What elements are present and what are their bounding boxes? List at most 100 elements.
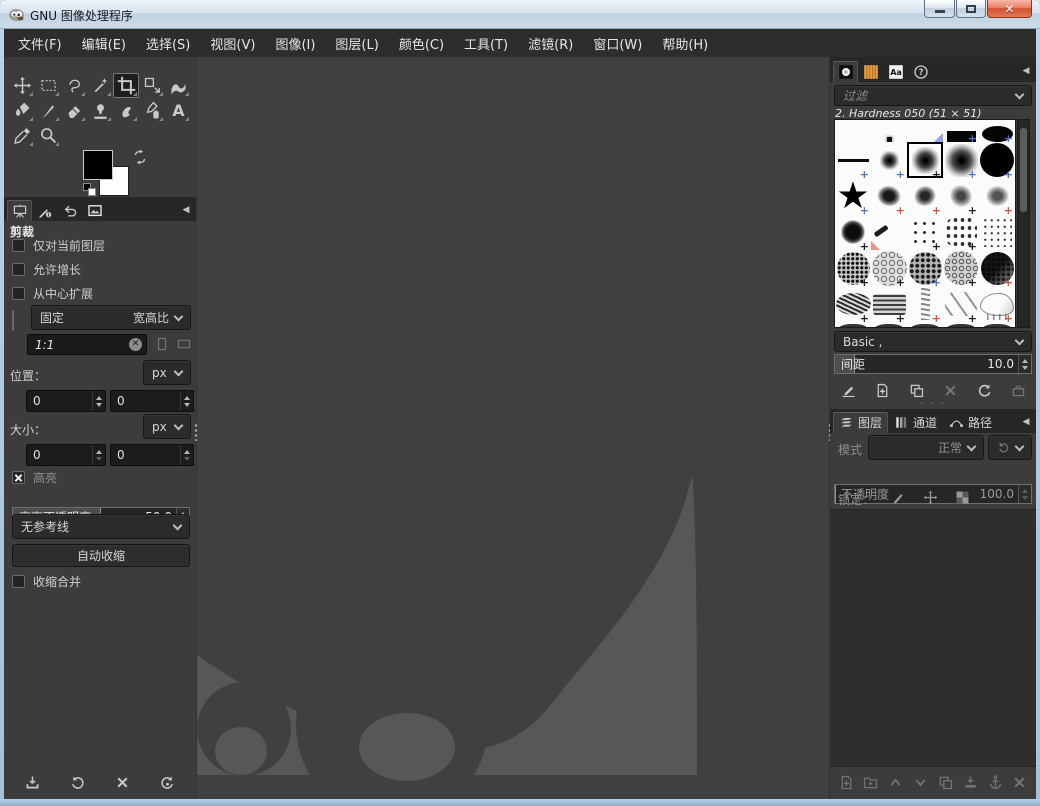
allow-growing-checkbox[interactable] [12, 263, 25, 276]
highlight-checkbox[interactable] [12, 471, 25, 484]
brush-cell[interactable]: + [979, 120, 1015, 142]
menu-windows[interactable]: 窗口(W) [583, 29, 652, 57]
spin-arrows[interactable] [1018, 485, 1031, 503]
brush-cell[interactable] [871, 214, 907, 250]
position-y-spinner[interactable]: 0 [110, 390, 194, 412]
tool-color-picker-button[interactable] [9, 123, 35, 148]
brush-cell[interactable]: + [835, 250, 871, 286]
brush-cell[interactable]: + [871, 250, 907, 286]
brush-cell[interactable]: + [835, 214, 871, 250]
option-allow-growing[interactable]: 允许增长 [12, 261, 81, 278]
brush-cell[interactable]: + [979, 178, 1015, 214]
spin-arrows[interactable] [180, 445, 193, 465]
brush-cell[interactable] [871, 120, 907, 142]
brush-cell[interactable]: + [907, 286, 943, 322]
mode-switch-button[interactable] [988, 435, 1032, 460]
size-width-spinner[interactable]: 0 [26, 444, 106, 466]
brush-cell[interactable] [907, 120, 943, 142]
brush-cell[interactable] [907, 322, 943, 327]
brushes-dock-tab-document-history[interactable]: ? [908, 61, 933, 82]
save-tool-preset-button[interactable] [21, 771, 45, 793]
layer-mode-dropdown[interactable]: 正常 [868, 435, 984, 460]
spin-arrows[interactable] [1018, 355, 1031, 373]
tool-move-button[interactable] [9, 73, 35, 98]
new-brush-button[interactable] [870, 379, 894, 401]
brush-cell[interactable] [871, 322, 907, 327]
new-layer-group-button[interactable] [859, 771, 883, 793]
tool-free-select-button[interactable] [61, 73, 87, 98]
brush-grid-scrollbar[interactable] [1017, 119, 1030, 328]
menu-help[interactable]: 帮助(H) [652, 29, 718, 57]
brush-cell[interactable] [835, 120, 871, 142]
delete-brush-button[interactable] [938, 379, 962, 401]
canvas[interactable] [194, 57, 832, 806]
lower-layer-button[interactable] [909, 771, 933, 793]
tool-bucket-fill-button[interactable] [9, 98, 35, 123]
menu-edit[interactable]: 编辑(E) [72, 29, 136, 57]
menu-layer[interactable]: 图层(L) [325, 29, 388, 57]
left-dock-tab-undo-history[interactable] [57, 200, 82, 221]
tool-ink-button[interactable] [139, 98, 165, 123]
brush-cell[interactable]: + [907, 250, 943, 286]
tool-unified-transform-button[interactable] [139, 73, 165, 98]
tool-crop-button[interactable] [113, 73, 139, 98]
size-height-spinner[interactable]: 0 [110, 444, 194, 466]
menu-filters[interactable]: 滤镜(R) [518, 29, 583, 57]
tool-text-button[interactable]: A [165, 98, 191, 123]
spin-arrows[interactable] [92, 391, 105, 411]
left-dock-tab-tool-options[interactable] [7, 200, 32, 221]
left-dock-tab-images[interactable] [82, 200, 107, 221]
maximize-button[interactable] [956, 0, 986, 18]
landscape-orientation-icon[interactable] [176, 336, 192, 352]
tool-eraser-button[interactable] [61, 98, 87, 123]
portrait-orientation-icon[interactable] [154, 336, 170, 352]
brush-cell[interactable] [979, 214, 1015, 250]
restore-tool-preset-button[interactable] [66, 771, 90, 793]
auto-shrink-button[interactable]: 自动收缩 [12, 544, 190, 567]
brush-cell[interactable]: + [835, 286, 871, 322]
option-highlight[interactable]: 高亮 [12, 469, 57, 486]
clear-icon[interactable]: ✕ [129, 338, 142, 351]
brush-cell[interactable]: + [907, 214, 943, 250]
dock-menu-arrow-icon[interactable]: ◀ [1018, 414, 1034, 430]
brush-cell[interactable]: + [979, 250, 1015, 286]
dock-menu-arrow-icon[interactable]: ◀ [178, 202, 194, 218]
brush-cell[interactable]: + [943, 286, 979, 322]
lock-alpha-button[interactable] [950, 486, 974, 508]
duplicate-brush-button[interactable] [904, 379, 928, 401]
spin-arrows[interactable] [92, 445, 105, 465]
brush-cell[interactable]: ★ + [835, 178, 871, 214]
brush-cell[interactable]: + [943, 250, 979, 286]
spin-arrows[interactable] [180, 391, 193, 411]
current-layer-only-checkbox[interactable] [12, 239, 25, 252]
delete-tool-preset-button[interactable] [111, 771, 135, 793]
brush-cell[interactable] [979, 322, 1015, 327]
swap-colors-icon[interactable] [132, 149, 148, 165]
brush-cell[interactable]: + [943, 214, 979, 250]
position-x-spinner[interactable]: 0 [26, 390, 106, 412]
left-dock-tab-device-status[interactable]: i [32, 200, 57, 221]
merge-down-button[interactable] [958, 771, 982, 793]
menu-select[interactable]: 选择(S) [136, 29, 200, 57]
brush-cell[interactable] [943, 322, 979, 327]
raise-layer-button[interactable] [884, 771, 908, 793]
brush-cell[interactable]: + [979, 142, 1015, 178]
refresh-brushes-button[interactable] [972, 379, 996, 401]
open-brush-location-button[interactable] [1006, 379, 1030, 401]
menu-colors[interactable]: 颜色(C) [389, 29, 454, 57]
duplicate-layer-button[interactable] [933, 771, 957, 793]
expand-from-center-checkbox[interactable] [12, 287, 25, 300]
tool-paintbrush-button[interactable] [35, 98, 61, 123]
shrink-merged-checkbox[interactable] [12, 575, 25, 588]
lock-pixels-button[interactable] [886, 486, 910, 508]
brush-filter-input[interactable]: 过滤 [834, 85, 1032, 106]
foreground-color-swatch[interactable] [83, 150, 113, 180]
layers-list[interactable] [830, 509, 1036, 767]
tool-zoom-button[interactable] [35, 123, 61, 148]
brushes-dock-tab-fonts[interactable]: Aa [883, 61, 908, 82]
menu-file[interactable]: 文件(F) [8, 29, 72, 57]
tool-smudge-button[interactable] [113, 98, 139, 123]
dock-menu-arrow-icon[interactable]: ◀ [1018, 63, 1034, 79]
menu-image[interactable]: 图像(I) [265, 29, 325, 57]
brush-cell[interactable]: + [907, 178, 943, 214]
